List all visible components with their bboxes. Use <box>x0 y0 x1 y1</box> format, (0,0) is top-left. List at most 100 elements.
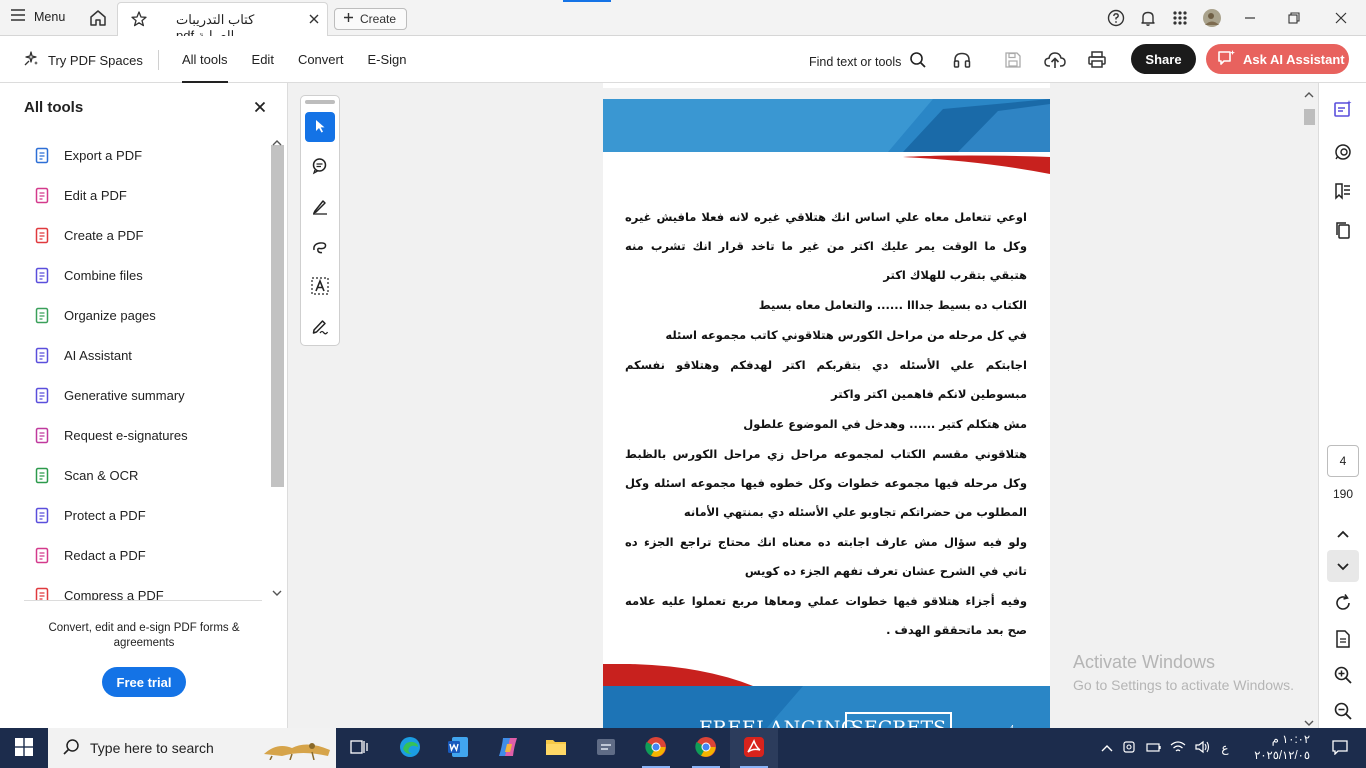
find-text-or-tools[interactable]: Find text or tools <box>809 51 927 72</box>
tab-edit[interactable]: Edit <box>252 36 274 83</box>
close-tab-icon[interactable] <box>306 11 322 30</box>
generative-ai-icon[interactable] <box>1333 99 1353 119</box>
tab-convert[interactable]: Convert <box>298 36 344 83</box>
ask-ai-assistant-button[interactable]: Ask AI Assistant <box>1206 44 1349 74</box>
acrobat-app[interactable] <box>730 728 778 768</box>
main-toolbar: Try PDF Spaces All tools Edit Convert E-Sig… <box>0 36 1366 83</box>
taskbar-search-box[interactable]: Type here to search <box>48 728 336 768</box>
tool-item-generative-summary[interactable]: Generative summary <box>0 375 268 415</box>
doc-scroll-down-icon[interactable] <box>1304 715 1314 728</box>
upload-cloud-icon[interactable] <box>1043 48 1067 72</box>
document-paragraph: اجابتكم علي الأسئله دي بتقربكم اكتر لهدف… <box>625 358 1027 401</box>
read-aloud-headphones-icon[interactable] <box>950 48 974 72</box>
folder-icon <box>544 736 568 761</box>
zoom-out-icon[interactable] <box>1333 701 1353 721</box>
save-icon[interactable] <box>1001 48 1025 72</box>
tool-item-label: Redact a PDF <box>64 547 146 563</box>
tool-item-compress-a-pdf[interactable]: Compress a PDF <box>0 575 268 601</box>
close-panel-icon[interactable] <box>254 101 266 116</box>
restore-icon[interactable] <box>1272 0 1316 36</box>
select-tool[interactable] <box>305 112 335 142</box>
create-label: Create <box>360 12 397 26</box>
document-tab[interactable]: كتاب التدريبات العملية.pdf <box>117 2 328 43</box>
apps-grid-icon[interactable] <box>1164 0 1196 36</box>
comments-panel-icon[interactable] <box>1333 142 1353 162</box>
star-icon[interactable] <box>130 10 148 31</box>
edit-pdf-icon <box>34 187 51 204</box>
tool-item-protect-a-pdf[interactable]: Protect a PDF <box>0 495 268 535</box>
page-thumbnails-icon[interactable] <box>1333 220 1353 240</box>
edge-browser-app[interactable] <box>386 728 434 768</box>
document-scrollbar-thumb[interactable] <box>1304 109 1315 125</box>
tool-item-redact-a-pdf[interactable]: Redact a PDF <box>0 535 268 575</box>
notifications-button[interactable] <box>1316 728 1364 768</box>
add-comment-tool[interactable] <box>305 152 335 182</box>
right-tool-rail: 4 190 <box>1318 83 1366 728</box>
menu-button[interactable]: Menu <box>10 8 65 25</box>
tool-item-label: AI Assistant <box>64 347 132 363</box>
tool-item-organize-pages[interactable]: Organize pages <box>0 295 268 335</box>
chrome-app[interactable] <box>632 728 680 768</box>
battery-icon[interactable] <box>1142 740 1166 757</box>
close-window-icon[interactable] <box>1316 0 1366 36</box>
notifications-bell-icon[interactable] <box>1132 0 1164 36</box>
tab-e-sign[interactable]: E-Sign <box>367 36 406 83</box>
try-pdf-spaces-button[interactable]: Try PDF Spaces <box>22 50 143 71</box>
bookmarks-icon[interactable] <box>1333 181 1353 201</box>
document-viewer[interactable]: اوعي تتعامل معاه علي اساس انك هتلاقي غير… <box>288 83 1318 728</box>
tool-item-create-a-pdf[interactable]: Create a PDF <box>0 215 268 255</box>
drag-handle[interactable] <box>305 100 335 104</box>
toolbar-divider <box>158 50 159 70</box>
previous-page-button[interactable] <box>1327 517 1359 549</box>
pinned-app[interactable] <box>582 728 630 768</box>
word-app[interactable] <box>434 728 482 768</box>
tool-item-scan-ocr[interactable]: Scan & OCR <box>0 455 268 495</box>
create-button[interactable]: Create <box>334 8 407 30</box>
free-trial-button[interactable]: Free trial <box>102 667 186 697</box>
taskbar-clock[interactable]: ١٠:٠٢ م ٢٠٢٥/١٢/٠٥ <box>1240 732 1310 764</box>
show-hidden-icons-icon[interactable] <box>1096 741 1118 755</box>
scroll-down-arrow-icon[interactable] <box>272 585 282 600</box>
panel-scrollbar-thumb[interactable] <box>271 145 284 487</box>
document-paragraph: الكتاب ده بسيط جدااا ...... والتعامل معا… <box>758 298 1027 312</box>
volume-icon[interactable] <box>1190 740 1214 757</box>
input-language-indicator[interactable]: ع <box>1214 741 1236 755</box>
tools-list: Export a PDF Edit a PDF Create a PDF Combin… <box>0 135 268 601</box>
help-icon[interactable] <box>1100 0 1132 36</box>
home-icon[interactable] <box>88 8 108 31</box>
activate-windows-title: Activate Windows <box>1073 652 1216 672</box>
file-explorer-app[interactable] <box>532 728 580 768</box>
task-view-button[interactable] <box>336 728 384 768</box>
zoom-in-icon[interactable] <box>1333 665 1353 685</box>
acrobat-icon <box>742 735 766 762</box>
tab-all-tools[interactable]: All tools <box>182 36 228 83</box>
rotate-icon[interactable] <box>1333 593 1353 613</box>
tool-item-edit-a-pdf[interactable]: Edit a PDF <box>0 175 268 215</box>
tool-item-ai-assistant[interactable]: AI Assistant <box>0 335 268 375</box>
text-recognition-tool[interactable] <box>305 272 335 302</box>
tool-item-label: Export a PDF <box>64 147 143 163</box>
wifi-icon[interactable] <box>1166 740 1190 757</box>
page-view-icon[interactable] <box>1333 629 1353 649</box>
scroll-up-arrow-icon[interactable] <box>272 135 282 150</box>
next-page-button[interactable] <box>1327 550 1359 582</box>
page-text-body: اوعي تتعامل معاه علي اساس انك هتلاقي غير… <box>625 203 1027 646</box>
chrome-profile-app[interactable] <box>682 728 730 768</box>
share-button[interactable]: Share <box>1131 44 1196 74</box>
current-page-input[interactable]: 4 <box>1327 445 1359 477</box>
highlight-tool[interactable] <box>305 192 335 222</box>
document-scrollbar[interactable] <box>1301 83 1318 728</box>
copilot-app[interactable] <box>484 728 532 768</box>
tool-item-combine-files[interactable]: Combine files <box>0 255 268 295</box>
minimize-icon[interactable] <box>1228 0 1272 36</box>
doc-scroll-up-icon[interactable] <box>1304 87 1314 102</box>
meet-now-icon[interactable] <box>1118 740 1142 757</box>
draw-tool[interactable] <box>305 232 335 262</box>
fill-sign-tool[interactable] <box>305 312 335 342</box>
tool-item-request-e-signatures[interactable]: Request e-signatures <box>0 415 268 455</box>
user-avatar[interactable] <box>1196 0 1228 36</box>
clock-time: ١٠:٠٢ م <box>1271 734 1310 746</box>
tool-item-export-a-pdf[interactable]: Export a PDF <box>0 135 268 175</box>
start-button[interactable] <box>0 728 48 768</box>
print-icon[interactable] <box>1085 48 1109 72</box>
